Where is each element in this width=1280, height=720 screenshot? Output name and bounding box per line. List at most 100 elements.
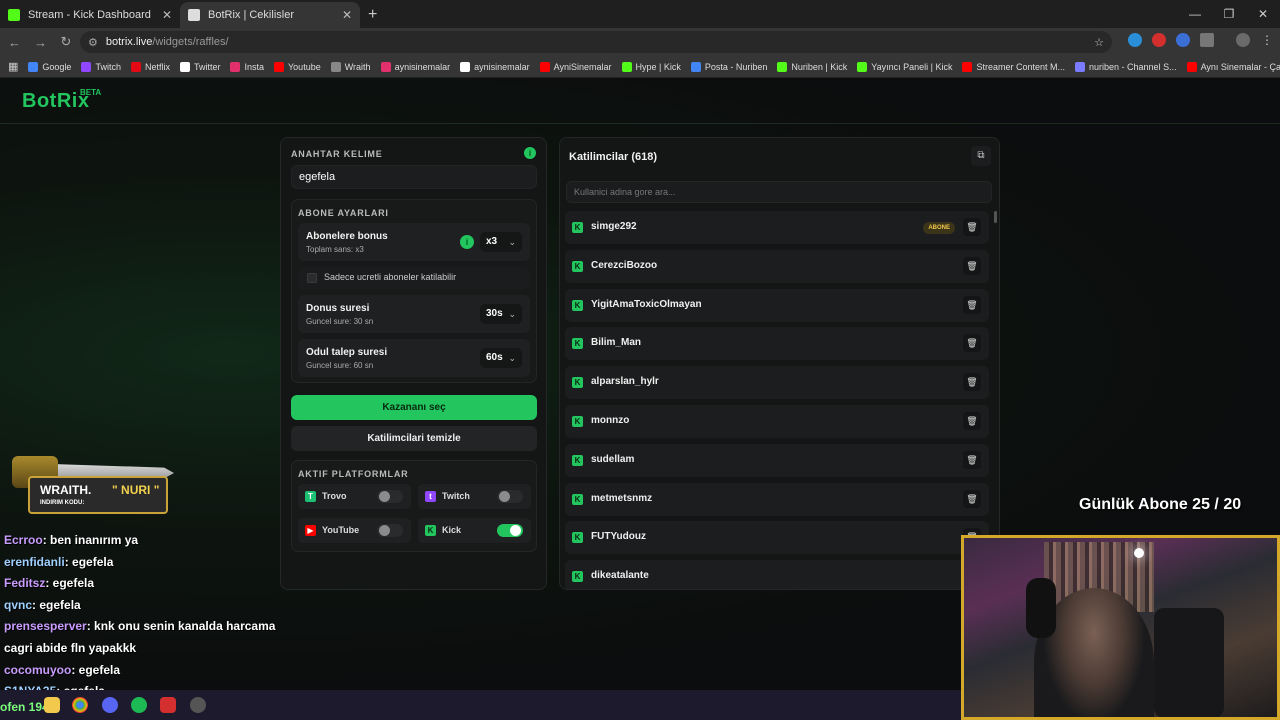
participant-row[interactable]: Ksudellam 🗑	[565, 443, 989, 477]
chat-message: cagri abide fln yapakkk	[4, 640, 137, 655]
bookmark-item[interactable]: Nuriben | Kick	[777, 61, 847, 72]
participant-row[interactable]: Kalparslan_hylr 🗑	[565, 366, 989, 400]
copy-icon[interactable]: ⧉	[971, 146, 991, 166]
youtube-toggle[interactable]	[377, 524, 403, 537]
reload-icon[interactable]: ↻	[60, 34, 72, 50]
paid-only-row[interactable]: Sadece ucretli aboneler katilabilir	[298, 267, 530, 289]
keyword-title: ANAHTAR KELIME	[291, 149, 383, 159]
bookmark-item[interactable]: Posta - Nuriben	[690, 61, 767, 72]
chat-line: Feditsz: egefela	[4, 573, 334, 595]
stream-chat-overlay: Ecrroo: ben inanırım ya erenfidanli: egef…	[4, 530, 334, 703]
bookmark-item[interactable]: Wraith	[330, 61, 371, 72]
bookmark-item[interactable]: Google	[28, 61, 71, 72]
extension-icon[interactable]	[1128, 33, 1142, 47]
extensions-puzzle-icon[interactable]	[1200, 33, 1214, 47]
participant-name: CerezciBozoo	[591, 259, 658, 271]
forward-icon[interactable]: →	[34, 35, 47, 50]
chrome-icon[interactable]	[72, 697, 88, 713]
scrollbar[interactable]	[994, 211, 997, 223]
participant-row[interactable]: Kmetmetsnmz 🗑	[565, 482, 989, 516]
bookmark-item[interactable]: aynisinemalar	[460, 61, 530, 72]
pick-winner-button[interactable]: Kazananı seç	[291, 395, 537, 420]
site-info-icon[interactable]: ⚙	[88, 36, 98, 49]
paid-only-checkbox[interactable]	[307, 273, 317, 283]
chat-message: : egefela	[71, 662, 121, 677]
bookmark-item[interactable]: Aynı Sinemalar - Ça...	[1186, 61, 1280, 72]
participant-row[interactable]: K CerezciBozoo 🗑	[565, 249, 989, 283]
bookmark-item[interactable]: Hype | Kick	[621, 61, 681, 72]
trovo-toggle[interactable]	[377, 490, 403, 503]
participant-row[interactable]: Ksimge292 ABONE 🗑	[565, 211, 989, 244]
bookmark-item[interactable]: Insta	[230, 61, 264, 72]
discord-icon[interactable]	[102, 697, 118, 713]
info-icon[interactable]: i	[524, 147, 536, 159]
url-field[interactable]: ⚙ botrix.live/widgets/raffles/ ☆	[80, 31, 1112, 53]
sub-bonus-select[interactable]: x3 ⌄	[480, 232, 522, 252]
raffle-settings-panel: ANAHTAR KELIME i egefela ABONE AYARLARI …	[280, 137, 547, 590]
kick-icon: K	[572, 377, 583, 389]
close-window-icon[interactable]: ✕	[1246, 0, 1280, 28]
participant-row[interactable]: K Bilim_Man 🗑	[565, 327, 989, 361]
trash-icon[interactable]: 🗑	[963, 218, 981, 236]
bookmark-item[interactable]: Yayıncı Paneli | Kick	[857, 61, 952, 72]
trash-icon[interactable]: 🗑	[963, 295, 981, 314]
apps-grid-icon[interactable]: ▦	[8, 60, 18, 73]
participant-row[interactable]: Kdikeatalante🗑	[565, 560, 989, 589]
tab-botrix[interactable]: BotRix | Cekilisler ✕	[180, 2, 360, 28]
app-icon[interactable]	[160, 697, 176, 713]
kick-icon: K	[425, 525, 436, 536]
participants-title: Katilimcilar (618)	[569, 151, 658, 163]
info-icon[interactable]: i	[460, 235, 474, 249]
extension-icon[interactable]	[1176, 33, 1190, 47]
minimize-icon[interactable]: —	[1178, 0, 1212, 28]
chat-message: : knk onu senin kanalda harcama	[86, 619, 276, 634]
bookmark-item[interactable]: Netflix	[130, 61, 170, 72]
new-tab-button[interactable]: +	[368, 2, 377, 28]
kick-icon: K	[572, 299, 583, 311]
clear-participants-button[interactable]: Katilimcilari temizle	[291, 426, 537, 451]
folder-icon[interactable]	[44, 697, 60, 713]
bookmark-item[interactable]: nuriben - Channel S...	[1075, 61, 1177, 72]
keyword-input[interactable]: egefela	[291, 165, 537, 189]
bookmark-star-icon[interactable]: ☆	[1094, 36, 1104, 49]
bookmark-item[interactable]: AyniSinemalar	[539, 61, 612, 72]
twitch-toggle[interactable]	[497, 490, 523, 503]
bookmark-favicon-icon	[330, 61, 341, 72]
turn-time-select[interactable]: 30s ⌄	[480, 304, 522, 324]
menu-kebab-icon[interactable]: ⋮	[1260, 33, 1274, 47]
trash-icon[interactable]: 🗑	[963, 450, 981, 469]
profile-avatar[interactable]	[1236, 33, 1250, 47]
close-icon[interactable]: ✕	[342, 8, 352, 22]
participant-row[interactable]: KFUTYudouz🗑	[565, 521, 989, 555]
trash-icon[interactable]: 🗑	[963, 334, 981, 353]
trash-icon[interactable]: 🗑	[963, 489, 981, 508]
kick-toggle[interactable]	[497, 524, 523, 537]
bookmark-item[interactable]: aynisinemalar	[380, 61, 450, 72]
trash-icon[interactable]: 🗑	[963, 411, 981, 430]
trash-icon[interactable]: 🗑	[963, 373, 981, 392]
spotify-icon[interactable]	[131, 697, 147, 713]
participant-row[interactable]: Kmonnzo 🗑	[565, 404, 989, 438]
claim-time-row: Odul talep suresi Guncel sure: 60 sn 60s…	[298, 339, 530, 377]
bookmark-item[interactable]: Youtube	[274, 61, 321, 72]
close-icon[interactable]: ✕	[162, 8, 172, 22]
sponsor-plate: WRAITH. " NURI " INDIRIM KODU:	[28, 476, 168, 514]
tab-label: BotRix | Cekilisler	[208, 9, 294, 21]
participant-row[interactable]: K YigitAmaToxicOlmayan 🗑	[565, 288, 989, 322]
bookmark-item[interactable]: Twitter	[179, 61, 220, 72]
tab-kick-dashboard[interactable]: Stream - Kick Dashboard ✕	[0, 2, 180, 28]
trash-icon[interactable]: 🗑	[963, 256, 981, 275]
bookmark-item[interactable]: Twitch	[81, 61, 121, 72]
bookmark-label: Hype | Kick	[635, 61, 681, 72]
kick-icon: K	[572, 222, 583, 233]
claim-time-select[interactable]: 60s ⌄	[480, 348, 522, 368]
extension-icon[interactable]	[1152, 33, 1166, 47]
back-icon[interactable]: ←	[8, 35, 21, 50]
select-value: 30s	[486, 308, 503, 319]
participant-name: metmetsnmz	[591, 492, 653, 504]
maximize-icon[interactable]: ❐	[1212, 0, 1246, 28]
bookmark-item[interactable]: Streamer Content M...	[962, 61, 1065, 72]
participant-search-input[interactable]: Kullanici adina gore ara...	[566, 181, 992, 203]
claim-time-subtitle: Guncel sure: 60 sn	[306, 361, 374, 370]
app-icon[interactable]	[190, 697, 206, 713]
